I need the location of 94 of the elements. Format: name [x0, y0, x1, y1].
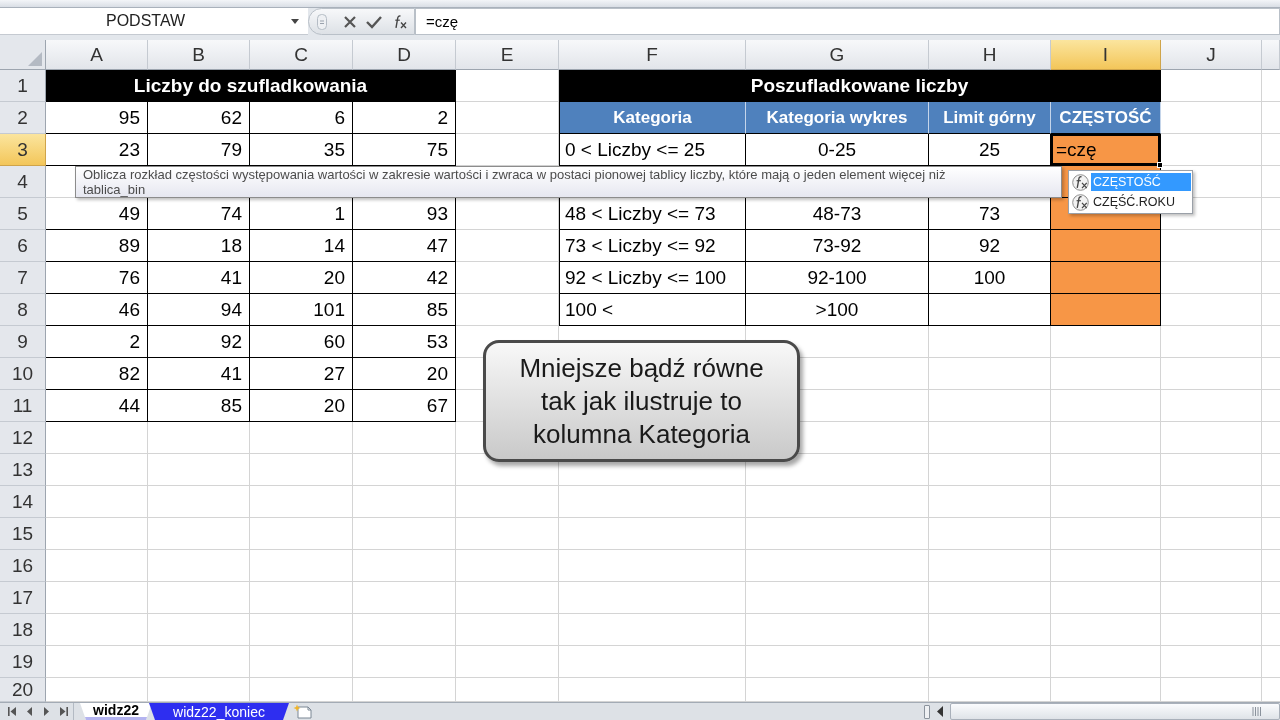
- table-cell: 20: [353, 358, 456, 390]
- row-header[interactable]: 17: [0, 582, 46, 614]
- table-cell: 60: [250, 326, 353, 358]
- table-cell: 67: [353, 390, 456, 422]
- triangle-right-icon[interactable]: [43, 707, 50, 716]
- table-cell: 44: [46, 390, 148, 422]
- table-cell: 85: [148, 390, 250, 422]
- table-header: CZĘSTOŚĆ: [1051, 102, 1161, 134]
- table-cell: 2: [353, 102, 456, 134]
- fill-handle[interactable]: [1157, 162, 1163, 168]
- column-header[interactable]: H: [929, 40, 1051, 70]
- callout-note: Mniejsze bądź równe tak jak ilustruje to kolumna Kategoria: [483, 340, 800, 462]
- table-header: Kategoria wykres: [746, 102, 929, 134]
- tab-split-handle[interactable]: [924, 704, 930, 719]
- cancel-icon[interactable]: [343, 14, 357, 29]
- table-cell: 95: [46, 102, 148, 134]
- autocomplete-item[interactable]: CZĘŚĆ.ROKU: [1091, 193, 1191, 211]
- table-cell: 41: [148, 262, 250, 294]
- scrollbar-thumb[interactable]: [950, 703, 1280, 720]
- column-header[interactable]: A: [46, 40, 148, 70]
- triangle-icon: [28, 52, 42, 66]
- table-cell: 62: [148, 102, 250, 134]
- table-cell: 92-100: [746, 262, 929, 294]
- table-cell: 47: [353, 230, 456, 262]
- table-cell: 73-92: [746, 230, 929, 262]
- table-cell: 92 < Liczby <= 100: [559, 262, 746, 294]
- table-cell: 41: [148, 358, 250, 390]
- table-cell: 27: [250, 358, 353, 390]
- row-header[interactable]: 13: [0, 454, 46, 486]
- skip-end-icon[interactable]: [60, 707, 68, 716]
- row-header[interactable]: 10: [0, 358, 46, 390]
- table-cell: 18: [148, 230, 250, 262]
- function-tooltip: Oblicza rozkład częstości występowania wartości w zakresie wartości i zwraca w postaci pionowej tablicy liczby, które mają o jeden element więcej niż tablica_bin: [75, 166, 1062, 198]
- column-header[interactable]: E: [456, 40, 559, 70]
- row-header[interactable]: 8: [0, 294, 46, 326]
- column-header[interactable]: F: [559, 40, 746, 70]
- triangle-left-icon[interactable]: [26, 707, 33, 716]
- row-header[interactable]: 4: [0, 166, 46, 198]
- table-cell: 82: [46, 358, 148, 390]
- table-header: Limit górny: [929, 102, 1051, 134]
- table-cell: 20: [250, 390, 353, 422]
- table-cell: 20: [250, 262, 353, 294]
- column-header[interactable]: G: [746, 40, 929, 70]
- function-icon: [1072, 193, 1089, 211]
- function-icon: [1072, 173, 1089, 191]
- table-cell: 2: [46, 326, 148, 358]
- formula-field[interactable]: =czę: [415, 8, 1280, 35]
- table-title: Poszufladkowane liczby: [559, 70, 1161, 102]
- grip-icon: [1252, 707, 1261, 716]
- row-header[interactable]: 5: [0, 198, 46, 230]
- caret-icon[interactable]: [291, 18, 299, 24]
- table-cell: 46: [46, 294, 148, 326]
- skip-start-icon[interactable]: [8, 707, 16, 716]
- row-header[interactable]: 15: [0, 518, 46, 550]
- row-header[interactable]: 3: [0, 134, 46, 166]
- sheet-tab[interactable]: widz22: [80, 703, 152, 720]
- table-title: Liczby do szufladkowania: [46, 70, 456, 102]
- table-cell: 73 < Liczby <= 92: [559, 230, 746, 262]
- row-header[interactable]: 11: [0, 390, 46, 422]
- table-cell: 100 <: [559, 294, 746, 326]
- row-header[interactable]: 19: [0, 646, 46, 678]
- column-header[interactable]: D: [353, 40, 456, 70]
- row-header[interactable]: 12: [0, 422, 46, 454]
- row-header[interactable]: 2: [0, 102, 46, 134]
- row-header[interactable]: 20: [0, 678, 46, 702]
- table-cell: 76: [46, 262, 148, 294]
- name-box[interactable]: PODSTAW: [0, 8, 308, 35]
- table-cell: >100: [746, 294, 929, 326]
- table-cell: 101: [250, 294, 353, 326]
- row-header[interactable]: 9: [0, 326, 46, 358]
- table-cell: 89: [46, 230, 148, 262]
- row-header[interactable]: 18: [0, 614, 46, 646]
- triangle-left-icon[interactable]: [936, 706, 944, 717]
- row-header[interactable]: 7: [0, 262, 46, 294]
- table-cell: 92: [148, 326, 250, 358]
- check-icon[interactable]: [366, 14, 382, 29]
- row-header[interactable]: 1: [0, 70, 46, 102]
- sheet-tab[interactable]: widz22_koniec: [149, 703, 289, 720]
- column-header[interactable]: B: [148, 40, 250, 70]
- row-header[interactable]: 16: [0, 550, 46, 582]
- row-header[interactable]: 14: [0, 486, 46, 518]
- grip-icon[interactable]: [317, 13, 327, 30]
- table-cell: 85: [353, 294, 456, 326]
- table-cell: 42: [353, 262, 456, 294]
- table-header: Kategoria: [559, 102, 746, 134]
- table-cell: 94: [148, 294, 250, 326]
- table-cell: 53: [353, 326, 456, 358]
- column-header[interactable]: C: [250, 40, 353, 70]
- table-cell: 6: [250, 102, 353, 134]
- active-cell[interactable]: =czę: [1051, 134, 1161, 166]
- column-header[interactable]: I: [1051, 40, 1161, 70]
- row-header[interactable]: 6: [0, 230, 46, 262]
- column-header[interactable]: J: [1161, 40, 1262, 70]
- table-cell: 14: [250, 230, 353, 262]
